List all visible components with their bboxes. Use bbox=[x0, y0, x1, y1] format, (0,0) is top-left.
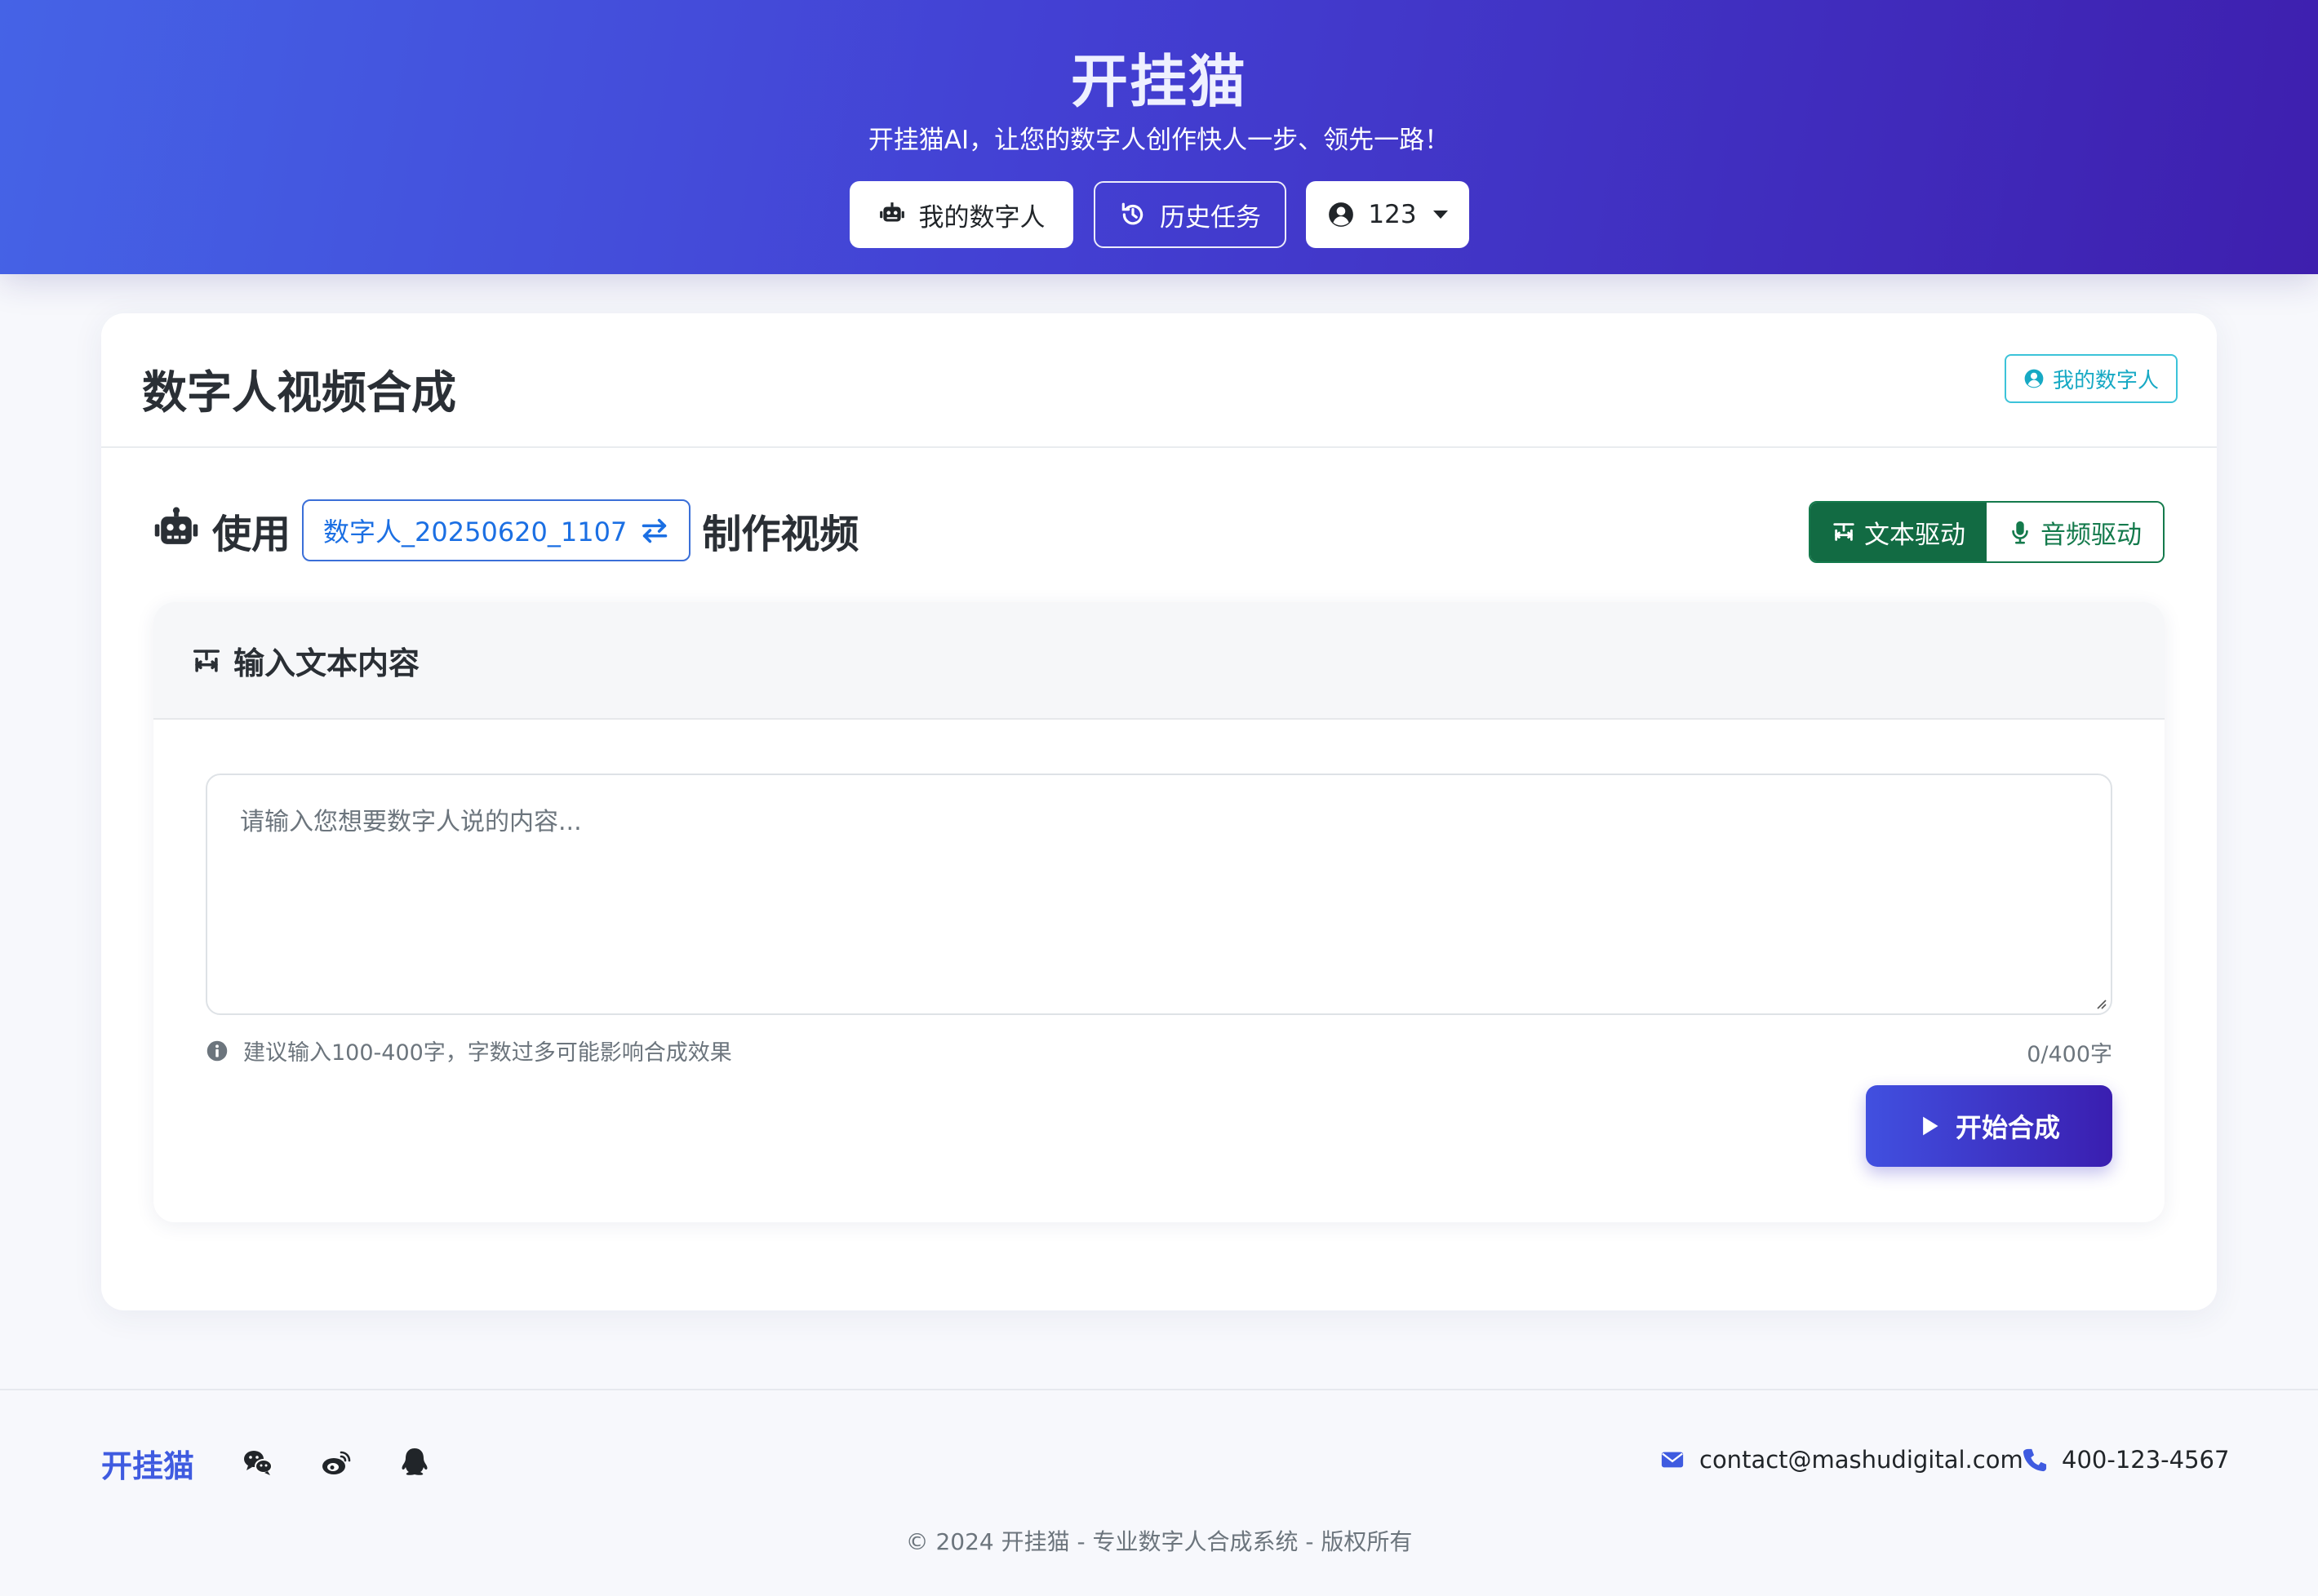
card-divider bbox=[101, 446, 2217, 448]
mode-audio-label: 音频驱动 bbox=[2040, 520, 2142, 550]
synthesis-card: 数字人视频合成 我的数字人 使用 数字人_20250620_1107 制作视频 … bbox=[101, 313, 2217, 1310]
resize-grip-icon[interactable] bbox=[2093, 995, 2107, 1010]
envelope-icon bbox=[1661, 1452, 1684, 1468]
text-input-panel-title: 输入文本内容 bbox=[233, 645, 420, 681]
user-menu-dropdown[interactable]: 123 bbox=[1306, 181, 1469, 248]
user-circle-icon bbox=[2024, 369, 2044, 388]
speech-text-textarea[interactable]: 请输入您想要数字人说的内容... bbox=[206, 774, 2112, 1015]
text-input-panel-header: 输入文本内容 bbox=[153, 602, 2165, 720]
play-icon bbox=[1923, 1116, 1938, 1136]
drive-mode-toggle: 文本驱动 音频驱动 bbox=[1809, 501, 2165, 563]
exchange-icon bbox=[642, 518, 668, 543]
history-tasks-button-label: 历史任务 bbox=[1160, 202, 1261, 233]
contact-phone[interactable]: 400-123-4567 bbox=[2023, 1446, 2229, 1474]
robot-icon bbox=[879, 202, 904, 222]
selected-avatar-name: 数字人_20250620_1107 bbox=[323, 516, 628, 548]
brand-title: 开挂猫 bbox=[1071, 48, 1247, 115]
qq-icon[interactable] bbox=[398, 1446, 431, 1479]
footer-divider bbox=[0, 1389, 2318, 1390]
user-circle-icon bbox=[1329, 202, 1354, 227]
mode-text-driven-button[interactable]: 文本驱动 bbox=[1810, 503, 1987, 561]
footer-brand: 开挂猫 bbox=[101, 1448, 195, 1484]
my-avatar-link-button[interactable]: 我的数字人 bbox=[2005, 354, 2178, 403]
start-synthesis-button[interactable]: 开始合成 bbox=[1866, 1085, 2112, 1167]
use-prefix-text: 使用 bbox=[212, 512, 291, 557]
my-avatar-link-label: 我的数字人 bbox=[2052, 368, 2159, 393]
contact-phone-text: 400-123-4567 bbox=[2062, 1446, 2230, 1474]
caret-down-icon bbox=[1432, 211, 1448, 219]
text-input-panel: 输入文本内容 请输入您想要数字人说的内容... 建议输入100-400字，字数过… bbox=[153, 602, 2165, 1222]
text-format-icon bbox=[193, 649, 220, 672]
history-tasks-button[interactable]: 历史任务 bbox=[1094, 181, 1286, 248]
my-avatar-button-label: 我的数字人 bbox=[918, 202, 1046, 233]
user-menu-label: 123 bbox=[1368, 200, 1417, 229]
contact-email[interactable]: contact@mashudigital.com bbox=[1660, 1446, 2023, 1474]
input-hint-text: 建议输入100-400字，字数过多可能影响合成效果 bbox=[243, 1040, 732, 1066]
wechat-icon[interactable] bbox=[242, 1446, 274, 1479]
history-icon bbox=[1121, 202, 1143, 225]
contact-email-text: contact@mashudigital.com bbox=[1699, 1446, 2023, 1474]
avatar-use-row: 使用 数字人_20250620_1107 制作视频 bbox=[152, 499, 859, 561]
textarea-placeholder: 请输入您想要数字人说的内容... bbox=[240, 808, 582, 836]
weibo-icon[interactable] bbox=[320, 1446, 353, 1479]
my-avatar-button[interactable]: 我的数字人 bbox=[850, 181, 1073, 248]
info-circle-icon bbox=[206, 1040, 228, 1061]
mode-audio-driven-button[interactable]: 音频驱动 bbox=[1987, 503, 2163, 561]
input-hint: 建议输入100-400字，字数过多可能影响合成效果 bbox=[206, 1035, 732, 1066]
use-suffix-text: 制作视频 bbox=[702, 512, 859, 557]
avatar-switch-button[interactable]: 数字人_20250620_1107 bbox=[302, 499, 691, 561]
phone-icon bbox=[2023, 1448, 2047, 1472]
tagline: 开挂猫AI，让您的数字人创作快人一步、领先一路！ bbox=[868, 126, 1450, 155]
page-title: 数字人视频合成 bbox=[142, 366, 457, 419]
copyright-text: © 2024 开挂猫 - 专业数字人合成系统 - 版权所有 bbox=[905, 1528, 1413, 1555]
text-format-icon bbox=[1833, 523, 1854, 541]
character-counter: 0/400字 bbox=[2027, 1042, 2112, 1067]
header-banner: 开挂猫 开挂猫AI，让您的数字人创作快人一步、领先一路！ 我的数字人 历史任务 … bbox=[0, 0, 2318, 274]
start-synthesis-label: 开始合成 bbox=[1955, 1112, 2060, 1143]
microphone-icon bbox=[2012, 521, 2028, 544]
robot-icon bbox=[154, 507, 198, 544]
mode-text-label: 文本驱动 bbox=[1864, 520, 1965, 550]
